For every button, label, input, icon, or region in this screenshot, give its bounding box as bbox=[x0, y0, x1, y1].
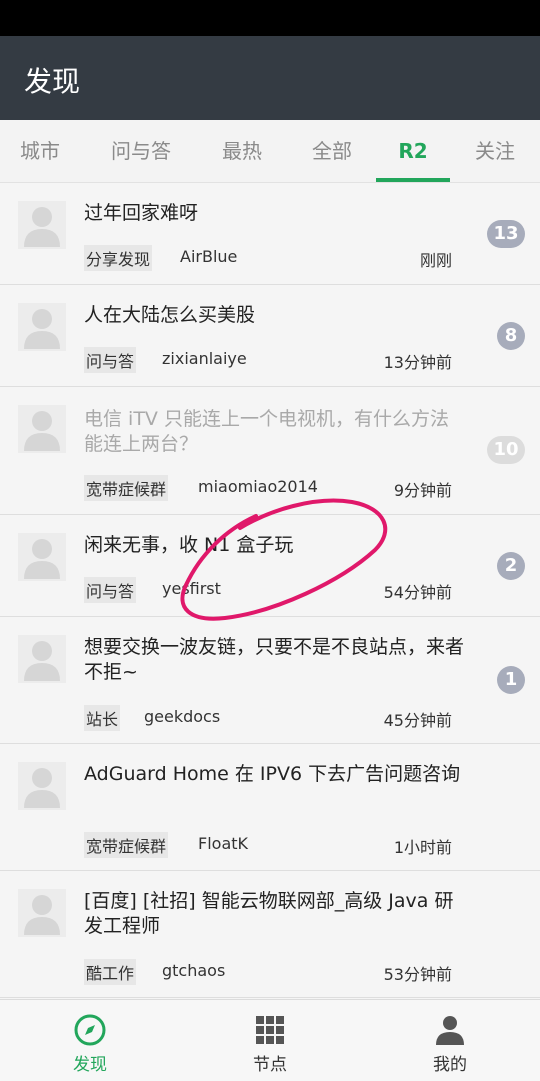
topic-item[interactable]: 过年回家难呀 分享发现 AirBlue 刚刚 13 bbox=[0, 183, 540, 285]
active-tab-indicator bbox=[376, 178, 450, 182]
topic-author[interactable]: yesfirst bbox=[162, 579, 221, 598]
reply-count-badge: 8 bbox=[497, 322, 525, 350]
tab-hot[interactable]: 最热 bbox=[200, 120, 284, 182]
tab-r2[interactable]: R2 bbox=[376, 120, 450, 182]
topic-author[interactable]: geekdocs bbox=[144, 707, 220, 726]
nav-discover[interactable]: 发现 bbox=[0, 1000, 180, 1081]
topic-node[interactable]: 分享发现 bbox=[84, 245, 153, 271]
topic-title[interactable]: 想要交换一波友链，只要不是不良站点，来者不拒~ bbox=[84, 635, 464, 685]
avatar bbox=[18, 201, 66, 249]
topic-node[interactable]: 宽带症候群 bbox=[84, 475, 169, 501]
topic-title[interactable]: [百度] [社招] 智能云物联网部_高级 Java 研发工程师 bbox=[84, 889, 464, 939]
topic-time: 刚刚 bbox=[419, 251, 452, 270]
avatar bbox=[18, 889, 66, 937]
topic-time: 54分钟前 bbox=[383, 583, 452, 602]
avatar bbox=[18, 533, 66, 581]
reply-count-badge: 10 bbox=[487, 436, 525, 464]
avatar bbox=[18, 303, 66, 351]
topic-node[interactable]: 宽带症候群 bbox=[84, 832, 169, 858]
avatar bbox=[18, 635, 66, 683]
topic-item[interactable]: AdGuard Home 在 IPV6 下去广告问题咨询 宽带症候群 Float… bbox=[0, 744, 540, 871]
nav-nodes[interactable]: 节点 bbox=[180, 1000, 360, 1081]
tab-qna[interactable]: 问与答 bbox=[95, 120, 187, 182]
topic-author[interactable]: zixianlaiye bbox=[162, 349, 247, 368]
person-icon bbox=[434, 1014, 466, 1046]
topic-node[interactable]: 站长 bbox=[84, 705, 121, 731]
topic-author[interactable]: FloatK bbox=[198, 834, 248, 853]
nav-label: 我的 bbox=[433, 1055, 467, 1075]
tab-all[interactable]: 全部 bbox=[290, 120, 374, 182]
topic-time: 53分钟前 bbox=[383, 965, 452, 984]
tab-city[interactable]: 城市 bbox=[0, 120, 80, 182]
topic-item[interactable]: 电信 iTV 只能连上一个电视机，有什么方法能连上两台？ 宽带症候群 miaom… bbox=[0, 387, 540, 515]
nav-me[interactable]: 我的 bbox=[360, 1000, 540, 1081]
topic-item[interactable]: 人在大陆怎么买美股 问与答 zixianlaiye 13分钟前 8 bbox=[0, 285, 540, 387]
topic-author[interactable]: gtchaos bbox=[162, 961, 225, 980]
tab-bar: 城市 问与答 最热 全部 R2 关注 bbox=[0, 120, 540, 183]
topic-time: 1小时前 bbox=[393, 838, 452, 857]
bottom-navigation: 发现 节点 我的 bbox=[0, 999, 540, 1081]
topic-author[interactable]: AirBlue bbox=[180, 247, 237, 266]
nav-label: 发现 bbox=[73, 1055, 107, 1075]
topic-time: 45分钟前 bbox=[383, 711, 452, 730]
status-bar bbox=[0, 0, 540, 36]
compass-icon bbox=[74, 1014, 106, 1046]
app-bar: 发现 bbox=[0, 36, 540, 120]
avatar bbox=[18, 762, 66, 810]
topic-title[interactable]: 闲来无事，收 N1 盒子玩 bbox=[84, 533, 464, 558]
topic-node[interactable]: 问与答 bbox=[84, 347, 137, 373]
topic-node[interactable]: 酷工作 bbox=[84, 959, 137, 985]
reply-count-badge: 1 bbox=[497, 666, 525, 694]
topic-title[interactable]: 过年回家难呀 bbox=[84, 201, 464, 226]
topic-title[interactable]: 人在大陆怎么买美股 bbox=[84, 303, 464, 328]
topic-title[interactable]: AdGuard Home 在 IPV6 下去广告问题咨询 bbox=[84, 762, 464, 787]
topic-author[interactable]: miaomiao2014 bbox=[198, 477, 318, 496]
topic-item[interactable]: 想要交换一波友链，只要不是不良站点，来者不拒~ 站长 geekdocs 45分钟… bbox=[0, 617, 540, 744]
page-title: 发现 bbox=[24, 65, 81, 98]
topic-title[interactable]: 电信 iTV 只能连上一个电视机，有什么方法能连上两台？ bbox=[84, 407, 464, 457]
nav-label: 节点 bbox=[253, 1055, 287, 1075]
tab-follow[interactable]: 关注 bbox=[455, 120, 535, 182]
topic-node[interactable]: 问与答 bbox=[84, 577, 137, 603]
reply-count-badge: 2 bbox=[497, 552, 525, 580]
topic-time: 9分钟前 bbox=[393, 481, 452, 500]
grid-icon bbox=[254, 1014, 286, 1046]
reply-count-badge: 13 bbox=[487, 220, 525, 248]
topic-time: 13分钟前 bbox=[383, 353, 452, 372]
topic-item[interactable]: 闲来无事，收 N1 盒子玩 问与答 yesfirst 54分钟前 2 bbox=[0, 515, 540, 617]
avatar bbox=[18, 405, 66, 453]
topic-item[interactable]: [百度] [社招] 智能云物联网部_高级 Java 研发工程师 酷工作 gtch… bbox=[0, 871, 540, 998]
